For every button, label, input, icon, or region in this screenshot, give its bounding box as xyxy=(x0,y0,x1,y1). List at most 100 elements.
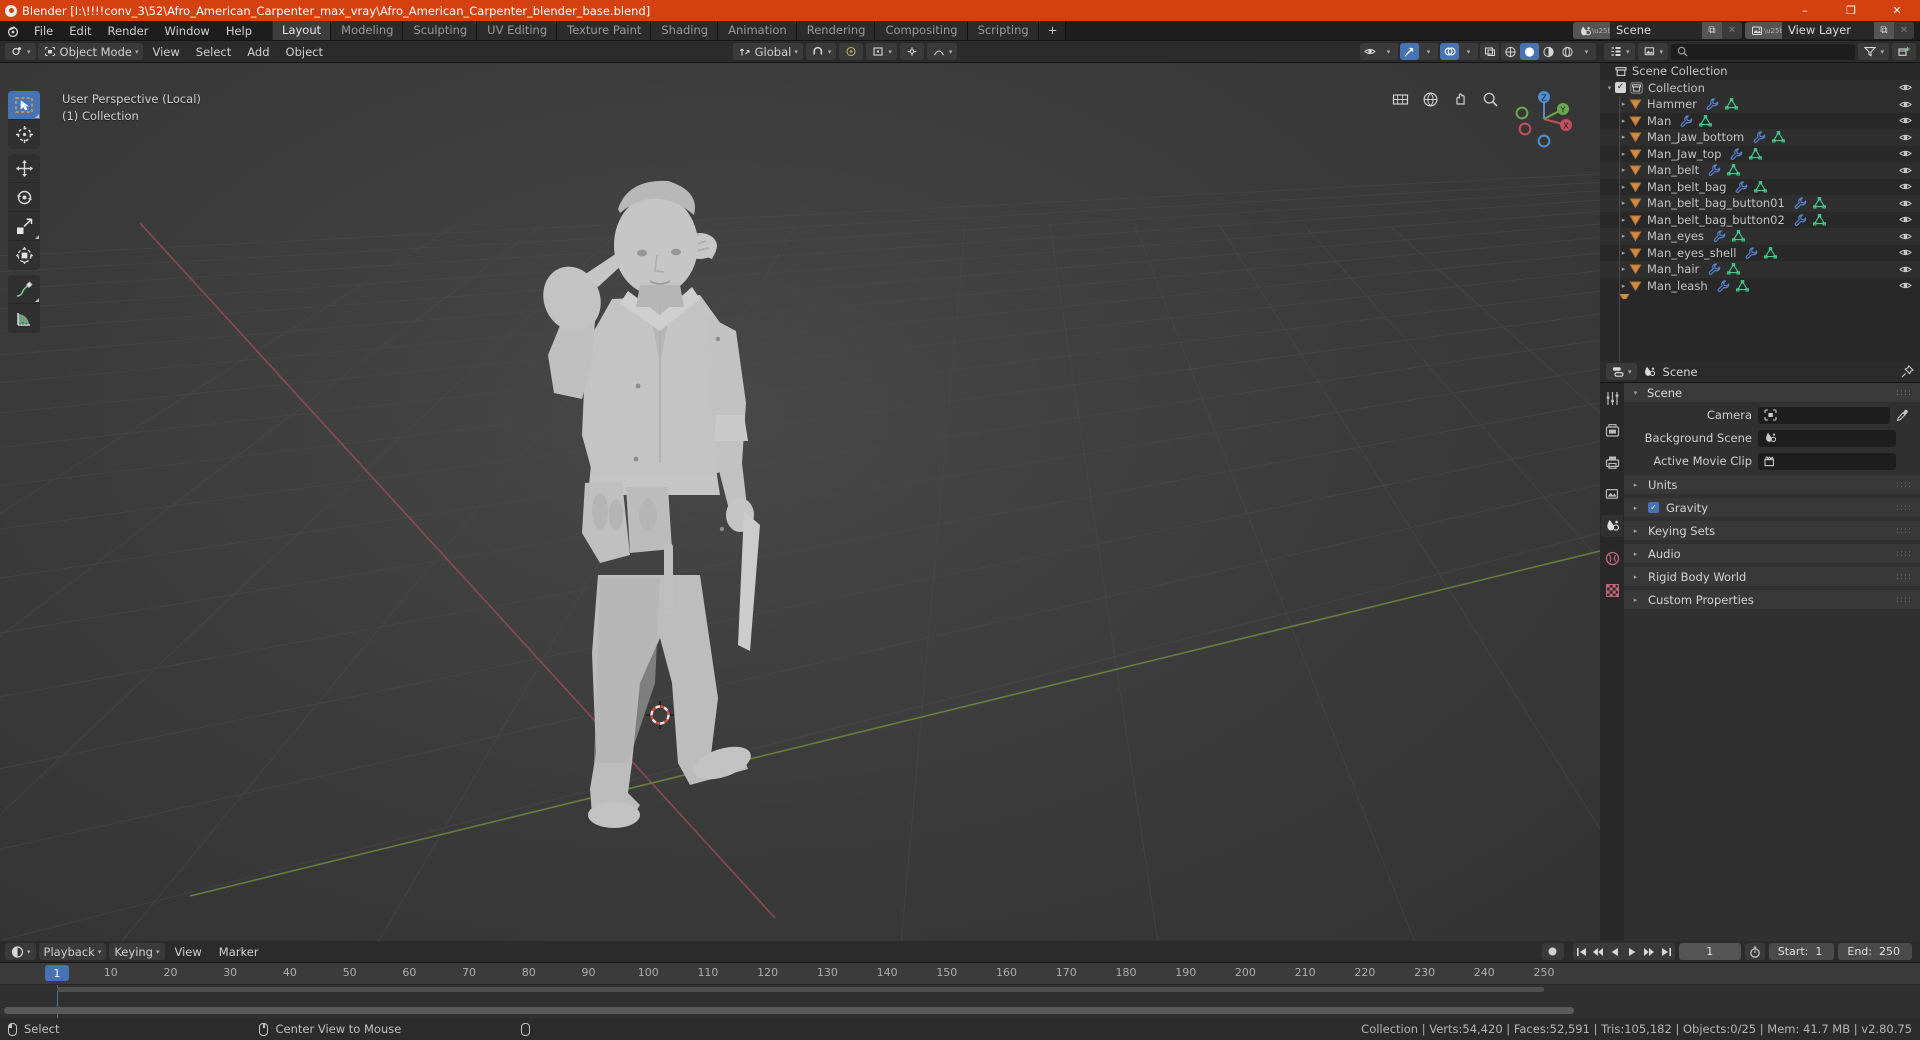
gizmo-selector[interactable]: ▾ xyxy=(1400,43,1438,60)
menu-file[interactable]: File xyxy=(26,22,61,40)
move-tool[interactable] xyxy=(8,154,40,183)
properties-section-units[interactable]: ▸ Units:::: xyxy=(1624,475,1920,494)
outliner-row-object[interactable]: ▸ Man_belt_bag_button02 xyxy=(1600,212,1920,229)
collection-checkbox[interactable]: ✓ xyxy=(1615,82,1626,94)
timeline-track-area[interactable] xyxy=(0,985,1920,1018)
shading-mode-selector[interactable]: ▾ xyxy=(1501,43,1596,60)
editor-type-selector[interactable]: ▾ xyxy=(5,43,36,60)
snap-toggle[interactable]: ▾ xyxy=(805,43,837,60)
panel-collapse-icon[interactable]: ▸ xyxy=(1630,504,1641,512)
new-view-layer-button[interactable]: ⧉ xyxy=(1874,22,1894,39)
outliner-row-object[interactable]: ▸ Man_leash xyxy=(1600,278,1920,295)
timeline-menu-view[interactable]: View xyxy=(168,943,209,961)
timeline-ruler[interactable]: 10 20 30 40 50 60 70 80 90 100 110 120 130 140 150 160 1… xyxy=(0,963,1920,985)
shading-chevron-icon[interactable]: ▾ xyxy=(1577,43,1596,60)
outliner-row-object[interactable]: ▸ Hammer xyxy=(1600,96,1920,113)
view-layer-selector[interactable]: \u25be View Layer ⧉ ✕ xyxy=(1745,22,1914,39)
visibility-eye-icon[interactable] xyxy=(1899,148,1912,159)
shading-solid-icon[interactable] xyxy=(1520,43,1539,60)
visibility-eye-icon[interactable] xyxy=(1899,165,1912,176)
pin-id-icon[interactable] xyxy=(1901,365,1914,378)
add-workspace-button[interactable]: + xyxy=(1038,21,1067,40)
modifier-icon[interactable] xyxy=(1735,181,1748,193)
visibility-eye-icon[interactable] xyxy=(1899,231,1912,242)
mesh-data-icon[interactable] xyxy=(1772,131,1786,143)
visibility-eye-icon[interactable] xyxy=(1899,247,1912,258)
show-overlays-icon[interactable] xyxy=(1440,43,1459,60)
menu-render[interactable]: Render xyxy=(100,22,157,40)
pan-view-icon[interactable] xyxy=(1450,89,1470,109)
visibility-eye-icon[interactable] xyxy=(1899,198,1912,209)
mesh-data-icon[interactable] xyxy=(1699,114,1713,127)
outliner-row-collection[interactable]: ▾ ✓ Collection xyxy=(1600,79,1920,96)
panel-collapse-icon[interactable]: ▸ xyxy=(1630,527,1641,535)
panel-collapse-icon[interactable]: ▸ xyxy=(1630,550,1641,558)
tab-scripting[interactable]: Scripting xyxy=(967,21,1039,40)
section-checkbox[interactable]: ✓ xyxy=(1648,502,1659,513)
tab-layout[interactable]: Layout xyxy=(272,21,332,40)
tab-texture-paint[interactable]: Texture Paint xyxy=(557,21,652,40)
render-tab[interactable] xyxy=(1601,419,1623,441)
scene-panel-header[interactable]: ▾ Scene :::: xyxy=(1624,383,1920,402)
shading-wireframe-icon[interactable] xyxy=(1501,43,1520,60)
outliner-row-object[interactable]: ▸ Man xyxy=(1600,113,1920,130)
outliner-row-scene-collection[interactable]: ▸ Scene Collection xyxy=(1600,63,1920,80)
menu-help[interactable]: Help xyxy=(218,22,260,40)
properties-section-custom-properties[interactable]: ▸ Custom Properties:::: xyxy=(1624,590,1920,609)
toggle-camera-icon[interactable] xyxy=(1420,89,1440,109)
visibility-eye-icon[interactable] xyxy=(1899,82,1912,93)
modifier-icon[interactable] xyxy=(1794,197,1807,210)
jump-start-button[interactable] xyxy=(1573,943,1590,960)
view-layer-name[interactable]: View Layer xyxy=(1782,22,1874,39)
camera-field[interactable] xyxy=(1758,406,1890,424)
tab-sculpting[interactable]: Sculpting xyxy=(403,21,478,40)
menu-edit[interactable]: Edit xyxy=(61,22,99,40)
visibility-eye-icon[interactable] xyxy=(1899,132,1912,143)
pivot-point-selector[interactable]: ▾ xyxy=(866,43,897,60)
viewport-gizmo-toggle[interactable] xyxy=(899,43,924,60)
mesh-data-icon[interactable] xyxy=(1725,98,1738,110)
visibility-selector[interactable]: ▾ xyxy=(1360,43,1398,60)
outliner-row-object[interactable]: ▸ Man_belt_bag_button01 xyxy=(1600,195,1920,212)
current-frame-field[interactable]: 1 xyxy=(1678,943,1741,960)
outliner-row-partial[interactable] xyxy=(1600,294,1920,299)
mesh-data-icon[interactable] xyxy=(1749,147,1763,160)
transform-tool[interactable] xyxy=(8,241,40,270)
outliner-new-collection-button[interactable] xyxy=(1892,43,1916,60)
play-reverse-button[interactable] xyxy=(1607,943,1624,960)
outliner-row-object[interactable]: ▸ Man_belt xyxy=(1600,162,1920,179)
modifier-icon[interactable] xyxy=(1680,115,1693,127)
proportional-edit-toggle[interactable] xyxy=(839,43,864,60)
tab-uv-editing[interactable]: UV Editing xyxy=(477,21,558,40)
close-button[interactable]: ✕ xyxy=(1874,0,1920,21)
transform-orientation-selector[interactable]: Global ▾ xyxy=(732,43,803,60)
tab-shading[interactable]: Shading xyxy=(651,21,719,40)
outliner-row-object[interactable]: ▸ Man_belt_bag xyxy=(1600,179,1920,196)
mesh-data-icon[interactable] xyxy=(1754,180,1768,193)
scene-tab[interactable] xyxy=(1601,515,1623,537)
auto-keying-toggle[interactable] xyxy=(1541,943,1564,960)
viewport-menu-add[interactable]: Add xyxy=(240,43,276,61)
panel-collapse-icon[interactable]: ▸ xyxy=(1630,573,1641,581)
interaction-mode-selector[interactable]: Object Mode ▾ xyxy=(37,43,144,60)
view-layer-tab[interactable] xyxy=(1601,483,1623,505)
modifier-icon[interactable] xyxy=(1717,280,1730,292)
modifier-icon[interactable] xyxy=(1745,247,1758,259)
panel-collapse-icon[interactable]: ▸ xyxy=(1630,596,1641,604)
visibility-eye-icon[interactable] xyxy=(1899,264,1912,275)
outliner-row-object[interactable]: ▸ Man_hair xyxy=(1600,261,1920,278)
modifier-icon[interactable] xyxy=(1713,230,1726,243)
outliner-filter-button[interactable]: ▾ xyxy=(1858,43,1889,60)
viewport-canvas[interactable]: User Perspective (Local) (1) Collection xyxy=(0,63,1600,941)
visibility-eye-icon[interactable] xyxy=(1899,214,1912,225)
snapping-arc-toggle[interactable]: ▾ xyxy=(926,43,958,60)
use-preview-range-button[interactable] xyxy=(1744,943,1765,960)
xray-toggle[interactable] xyxy=(1480,43,1499,60)
active-movie-clip-field[interactable] xyxy=(1758,452,1896,470)
viewport-menu-view[interactable]: View xyxy=(145,43,186,61)
scene-selector[interactable]: \u25be Scene ⧉ ✕ xyxy=(1573,22,1742,39)
modifier-icon[interactable] xyxy=(1730,148,1743,160)
outliner-row-object[interactable]: ▸ Man_eyes_shell xyxy=(1600,245,1920,262)
mesh-data-icon[interactable] xyxy=(1732,230,1745,242)
gizmo-chevron-icon[interactable]: ▾ xyxy=(1419,43,1438,60)
